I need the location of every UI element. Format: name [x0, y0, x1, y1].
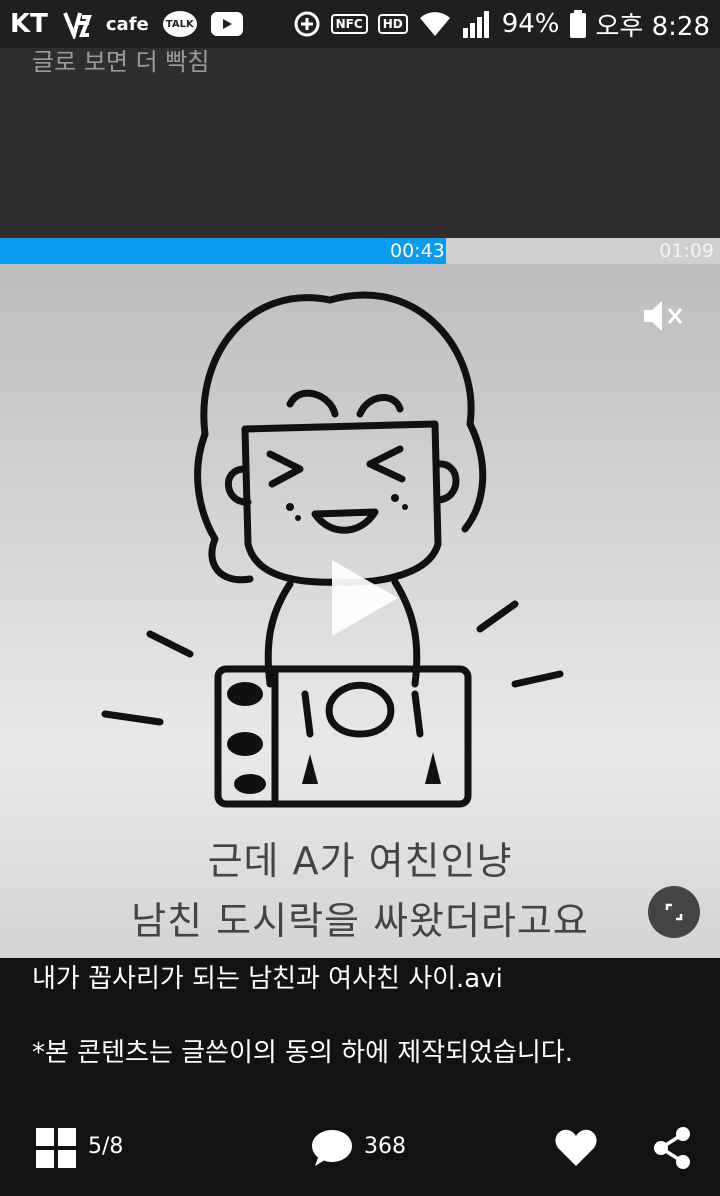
subtitle-line-2: 남친 도시락을 싸왔더라고요	[131, 899, 589, 943]
total-time: 01:09	[659, 240, 714, 262]
nfc-icon: NFC	[330, 14, 368, 34]
mute-icon[interactable]	[642, 298, 686, 334]
progress-fill	[0, 238, 447, 264]
post-description: *본 콘텐츠는 글쓴이의 동의 하에 제작되었습니다.	[32, 1038, 573, 1068]
comment-icon[interactable]	[310, 1126, 354, 1170]
signal-icon	[462, 11, 489, 38]
youtube-icon	[210, 12, 243, 36]
wifi-icon	[419, 12, 450, 36]
play-icon[interactable]	[318, 554, 408, 644]
comment-count: 368	[364, 1134, 406, 1159]
video-player[interactable]: 근데 A가 여친인냥 남친 도시락을 싸왔더라고요	[0, 264, 720, 958]
data-saver-icon	[294, 11, 320, 37]
status-bar: KT cafe TALK NFC HD 94% 오후 8:28	[0, 0, 720, 48]
bottom-action-bar: 5/8 368	[0, 1126, 720, 1186]
hd-icon: HD	[377, 14, 408, 34]
carrier-label: KT	[10, 9, 48, 39]
current-time: 00:43	[390, 240, 445, 262]
battery-percent: 94%	[501, 9, 560, 39]
share-icon[interactable]	[652, 1126, 692, 1170]
post-info-panel: 내가 꼽사리가 되는 남친과 여사친 사이.avi *본 콘텐츠는 글쓴이의 동…	[0, 958, 720, 1196]
top-caption: 글로 보면 더 빡침	[32, 48, 210, 76]
video-frame-illustration	[101, 291, 564, 808]
talk-icon: TALK	[162, 11, 197, 37]
cafe-label: cafe	[105, 13, 149, 35]
battery-icon	[569, 10, 586, 38]
post-title: 내가 꼽사리가 되는 남친과 여사친 사이.avi	[32, 964, 503, 994]
page-count: 5/8	[88, 1134, 124, 1159]
heart-icon[interactable]	[554, 1126, 598, 1170]
grid-icon[interactable]	[36, 1128, 76, 1168]
expand-icon[interactable]	[648, 886, 700, 938]
previous-content-area: 글로 보면 더 빡침	[0, 48, 720, 238]
subtitle-line-1: 근데 A가 여친인냥	[207, 839, 513, 883]
video-progress-bar[interactable]: 00:43 01:09	[0, 238, 720, 264]
clock: 오후 8:28	[595, 11, 711, 42]
carrier-logo-icon	[63, 12, 92, 39]
